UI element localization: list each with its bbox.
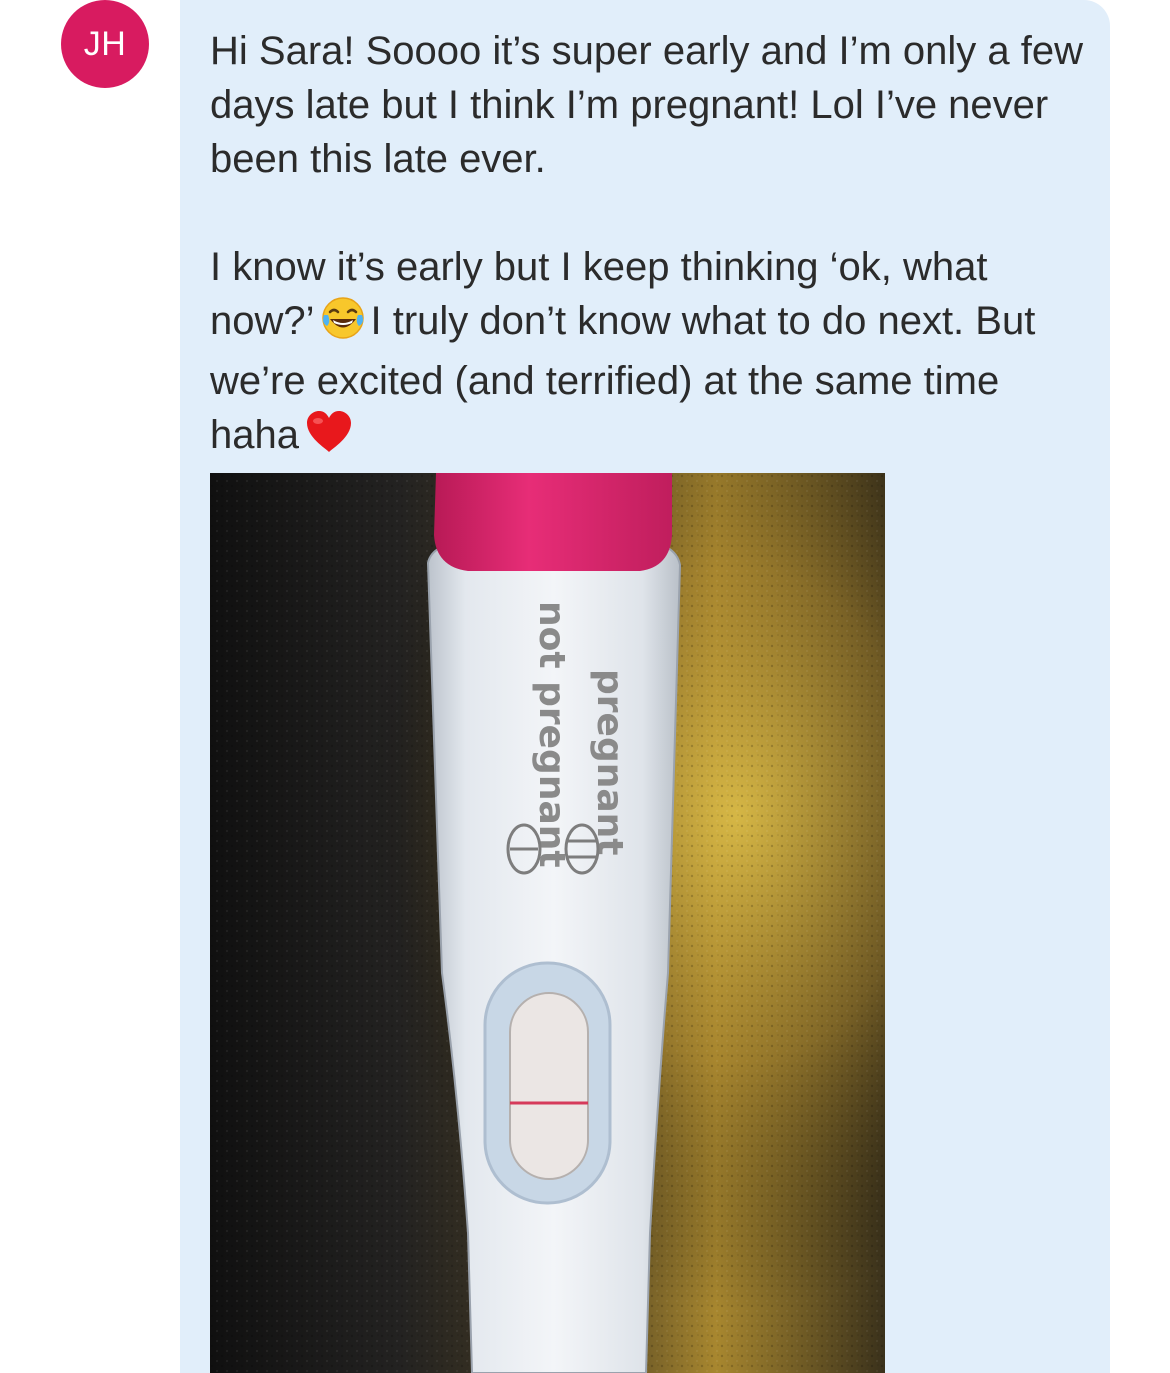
message-bubble[interactable]: Hi Sara! Soooo it’s super early and I’m … xyxy=(180,0,1110,1373)
pregnancy-test-photo[interactable]: pregnant not pregnant xyxy=(210,473,885,1373)
red-heart-emoji-icon xyxy=(305,410,353,468)
message-text: Hi Sara! Soooo it’s super early and I’m … xyxy=(210,24,1090,468)
pregnancy-test-illustration: pregnant not pregnant xyxy=(210,473,885,1373)
result-window xyxy=(509,992,589,1180)
test-cap xyxy=(434,473,672,571)
laughing-tears-emoji-icon xyxy=(321,296,365,354)
message-thread: JH Hi Sara! Soooo it’s super early and I… xyxy=(0,0,1170,1373)
avatar-initials: JH xyxy=(83,24,127,63)
pregnant-label: pregnant xyxy=(589,669,630,855)
avatar[interactable]: JH xyxy=(61,0,149,88)
message-paragraph-1: Hi Sara! Soooo it’s super early and I’m … xyxy=(210,29,1084,181)
message-paragraph-2: I know it’s early but I keep thinking ‘o… xyxy=(210,240,1090,468)
not-pregnant-label: not pregnant xyxy=(531,601,572,868)
